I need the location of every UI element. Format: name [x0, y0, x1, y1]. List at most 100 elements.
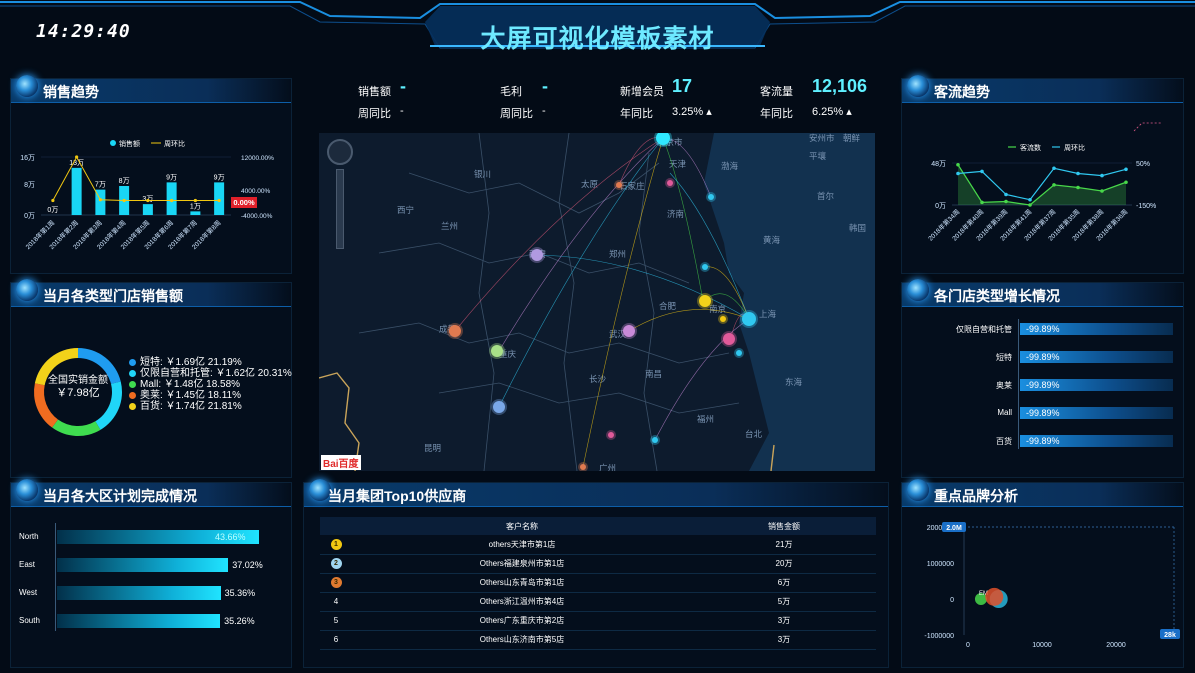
city-point — [736, 350, 742, 356]
y-tick-label-right: -4000.00% — [241, 213, 273, 220]
week-ratio-point — [122, 198, 126, 203]
map-city-label: 长沙 — [589, 374, 607, 384]
map-canvas: 北京市天津石家庄太原济南郑州合肥南京上海武汉长沙南昌福州台北广州昆明成都重庆西安… — [319, 133, 875, 471]
city-point — [580, 464, 586, 470]
kpi-value: - — [400, 76, 406, 96]
rank-cell: 6 — [320, 630, 352, 650]
bar-value-label: 1万 — [190, 202, 201, 210]
week-ratio-point — [170, 198, 174, 203]
amount-header: 销售金额 — [692, 517, 876, 535]
table-row[interactable]: 4 Others浙江温州市第4店 5万 — [320, 592, 876, 612]
china-map[interactable]: 北京市天津石家庄太原济南郑州合肥南京上海武汉长沙南昌福州台北广州昆明成都重庆西安… — [319, 133, 875, 471]
city-point — [531, 249, 543, 261]
header: 14:29:40 大屏可视化模板素材 — [0, 0, 1195, 60]
region-label: East — [19, 560, 36, 569]
week-ratio-point — [1076, 171, 1080, 176]
growth-value: -99.89% — [1026, 352, 1060, 362]
map-city-label: 黄海 — [763, 235, 781, 245]
week-ratio-point — [98, 198, 102, 202]
legend-dot — [110, 140, 116, 146]
map-zoom-control[interactable] — [327, 139, 353, 165]
store-type-label: 短特 — [996, 353, 1012, 362]
amount-cell: 3万 — [692, 611, 876, 631]
map-city-label: 渤海 — [721, 161, 739, 171]
map-city-label: 广州 — [599, 463, 616, 471]
y-axis — [1018, 319, 1019, 449]
panel-title: 当月集团Top10供应商 — [328, 488, 467, 504]
kpi-sub-label: 年同比 — [760, 108, 793, 120]
amount-cell: 6万 — [692, 573, 876, 593]
table-row[interactable]: 6 Others山东济南市第5店 3万 — [320, 630, 876, 650]
province-border — [438, 382, 740, 414]
sea-area — [704, 133, 875, 471]
city-point — [720, 316, 726, 322]
week-ratio-point — [146, 198, 150, 203]
store-growth-panel: 各门店类型增长情况 仅限自营和托管 -99.89% 短特 -99.89% 奥莱 -99.8… — [901, 279, 1184, 478]
globe-icon — [16, 479, 38, 501]
map-city-label: 安州市 — [809, 133, 835, 143]
decor-line — [1133, 122, 1162, 132]
city-point — [616, 182, 622, 188]
map-city-label: 朝鲜 — [843, 133, 861, 143]
province-border — [478, 133, 495, 471]
map-city-label: 济南 — [667, 209, 684, 219]
map-city-label: 银川 — [474, 169, 491, 179]
x-tick-label: 0 — [966, 642, 970, 649]
y-tick-label: 1000000 — [927, 561, 954, 568]
kpi-sub-value: - — [542, 105, 546, 117]
kpi-sub-label: 年同比 — [620, 108, 653, 120]
customer-cell: Others山东济南市第5店 — [352, 630, 692, 650]
city-point — [667, 180, 673, 186]
table-row[interactable]: 2 Others福建泉州市第1店 20万 — [320, 554, 876, 574]
table-row[interactable]: 1 others天津市第1店 21万 — [320, 535, 876, 555]
kpi-sub-value: 3.25% ▴ — [672, 106, 712, 118]
traffic-point — [1028, 203, 1032, 207]
kpi-card: 客流量 12,106 年同比 6.25% ▴ — [760, 76, 890, 120]
kpi-label: 毛利 — [500, 86, 522, 98]
globe-icon — [907, 279, 929, 301]
kpi-card: 新增会员 17 年同比 3.25% ▴ — [620, 76, 750, 120]
table-row[interactable]: 5 Others广东重庆市第2店 3万 — [320, 611, 876, 631]
map-city-label: 郑州 — [609, 249, 626, 259]
traffic-trend-panel: 客流趋势 客流数 周环比 48万 0万 50% -150% 2018年第34周 2018年第4… — [901, 75, 1184, 274]
y-tick-label-right: 12000.00% — [241, 155, 274, 162]
globe-icon — [16, 75, 38, 97]
brand-scatter-chart: 200000010000000-10000000 10000 200002.0M28… — [924, 522, 1180, 649]
growth-value: -99.89% — [1026, 408, 1060, 418]
traffic-trend-chart: 客流数 周环比48万0万50%-150%2018年第34周2018年第40周201… — [926, 122, 1162, 243]
medal-icon: 1 — [330, 538, 342, 550]
amount-cell: 21万 — [692, 535, 876, 555]
kpi-label: 销售额 — [358, 86, 391, 98]
week-ratio-point — [956, 171, 960, 176]
bar-value-label: 0万 — [47, 206, 58, 214]
week-ratio-point — [193, 198, 197, 203]
panel-title: 客流趋势 — [934, 84, 990, 100]
map-city-label: 南昌 — [645, 369, 662, 379]
map-city-label: 西宁 — [397, 205, 414, 215]
kpi-sub-value: - — [400, 105, 404, 117]
medal-icon: 2 — [330, 558, 342, 569]
kpi-value: 17 — [672, 76, 693, 96]
traffic-point — [1076, 185, 1080, 190]
y-tick-label: 16万 — [20, 154, 35, 162]
store-type-label: 百货 — [996, 437, 1012, 446]
donut-center-value: ￥7.98亿 — [56, 387, 100, 399]
map-city-label: 昆明 — [424, 443, 441, 453]
city-point — [652, 437, 658, 443]
ratio-badge: 0.00% — [233, 198, 255, 207]
week-ratio-point — [980, 169, 984, 174]
map-city-label: 兰州 — [441, 221, 458, 231]
panel-header: 当月各类型门店销售额 — [11, 279, 291, 307]
customer-header: 客户名称 — [352, 517, 692, 535]
map-zoom-slider[interactable] — [336, 169, 344, 249]
y-tick-label-right: 4000.00% — [241, 188, 270, 195]
week-ratio-point — [1028, 197, 1032, 202]
week-ratio-point — [1004, 192, 1008, 197]
table-row[interactable]: 3 Others山东青岛市第1店 6万 — [320, 573, 876, 593]
amount-cell: 20万 — [692, 554, 876, 574]
legend-dot-icon — [129, 402, 136, 410]
store-type-label: 仅限自营和托管 — [956, 325, 1012, 334]
rank-cell: 3 — [320, 573, 352, 593]
y-tick-label: 8万 — [24, 181, 35, 189]
kpi-sub-label: 周同比 — [500, 108, 533, 120]
